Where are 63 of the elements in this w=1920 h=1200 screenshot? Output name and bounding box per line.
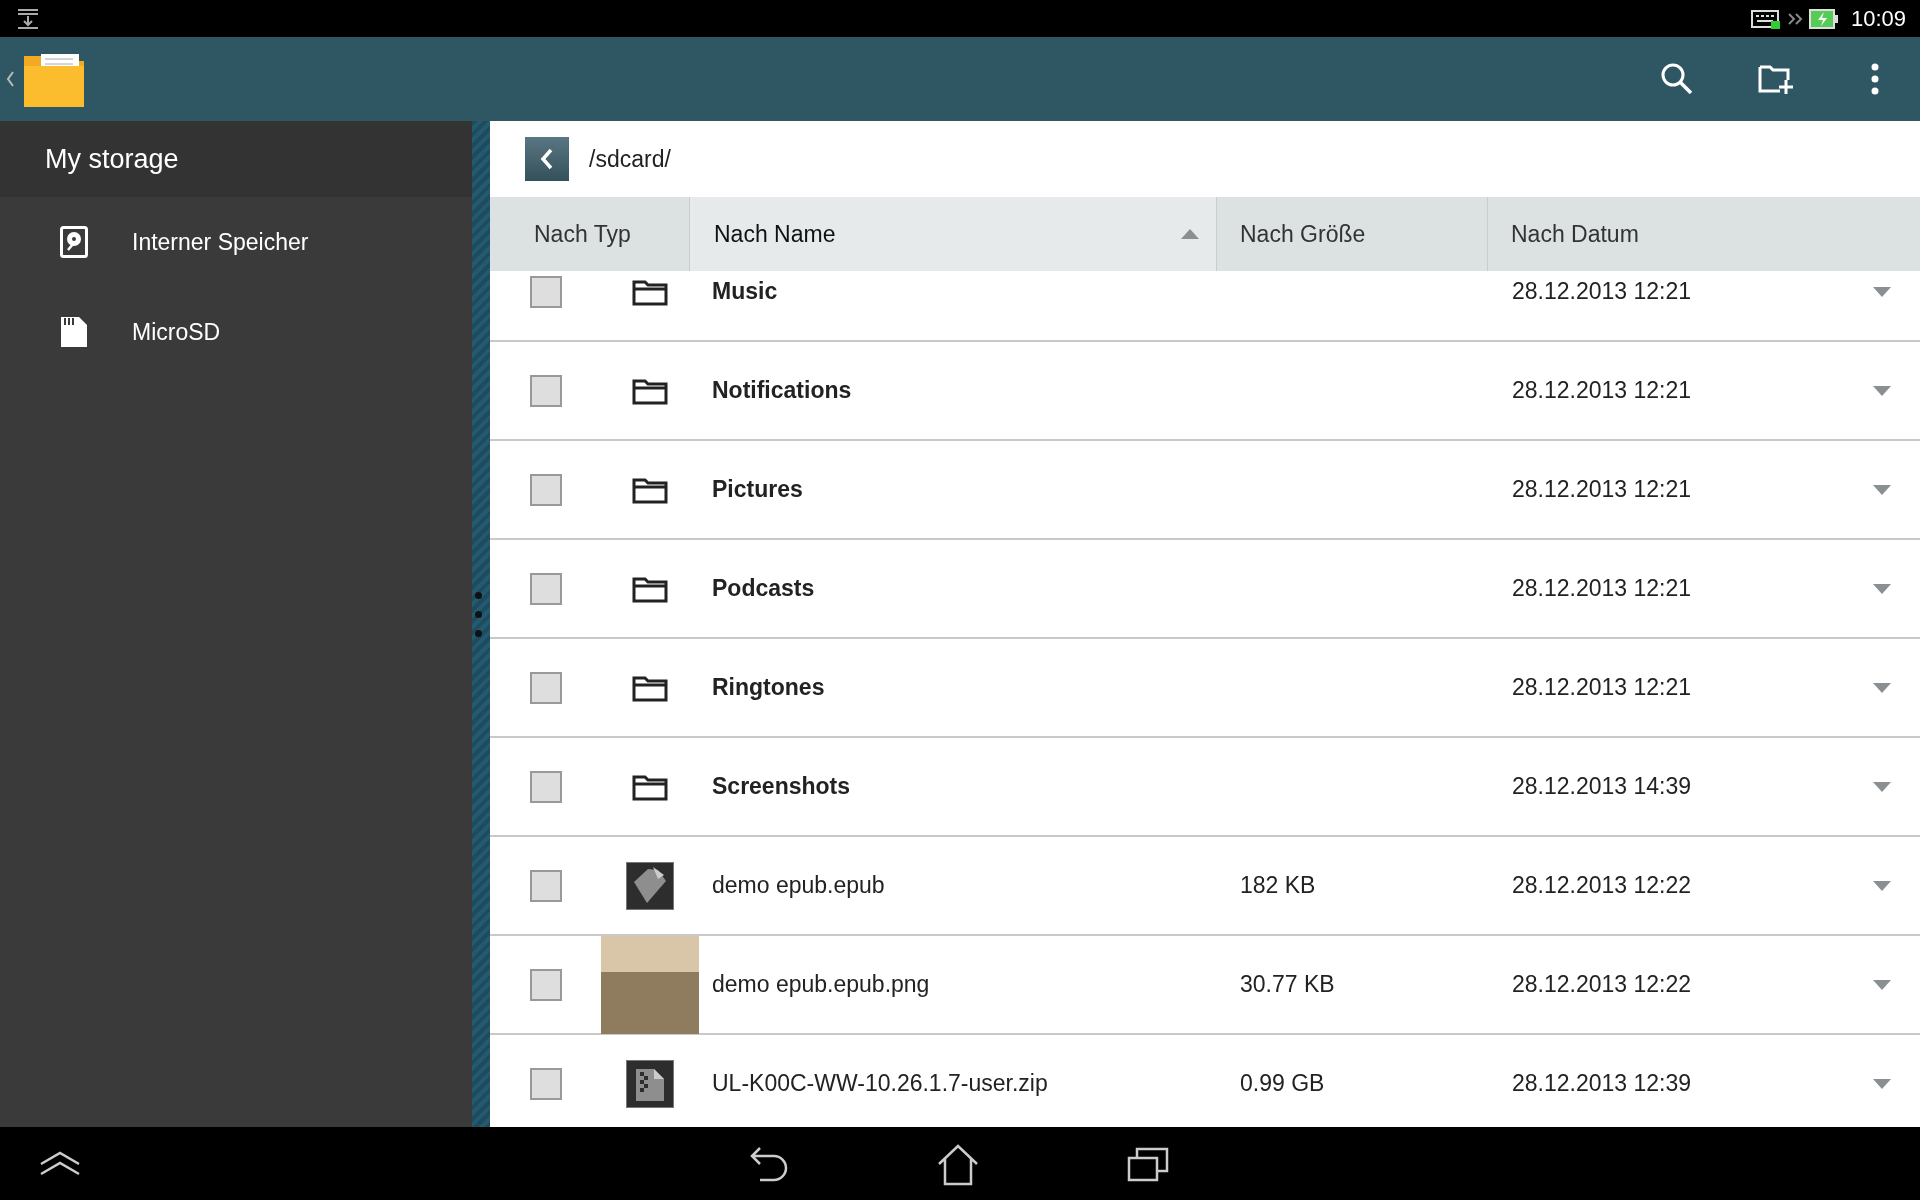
overflow-menu-icon[interactable] bbox=[1870, 63, 1880, 95]
sort-column-header[interactable]: Nach Name bbox=[690, 197, 1217, 271]
file-date: 28.12.2013 12:21 bbox=[1512, 377, 1693, 404]
file-size: 0.99 GB bbox=[1240, 1070, 1325, 1096]
file-date: 28.12.2013 12:22 bbox=[1512, 971, 1693, 998]
dropdown-caret-icon[interactable] bbox=[1872, 483, 1892, 496]
clock-time: 10:09 bbox=[1850, 5, 1906, 32]
file-icon bbox=[626, 861, 674, 910]
dropdown-caret-icon[interactable] bbox=[1872, 879, 1892, 892]
file-name: UL-K00C-WW-10.26.1.7-user.zip bbox=[711, 1070, 1049, 1097]
file-date: 28.12.2013 12:22 bbox=[1512, 872, 1693, 899]
dropdown-caret-icon[interactable] bbox=[1872, 285, 1892, 298]
sidebar-title: My storage bbox=[0, 121, 472, 197]
sidebar-item[interactable]: MicroSD bbox=[0, 287, 472, 377]
chevrons-icon bbox=[1786, 11, 1803, 26]
dropdown-caret-icon[interactable] bbox=[1872, 681, 1892, 694]
file-name: demo epub.epub.png bbox=[711, 971, 931, 998]
row-checkbox[interactable] bbox=[530, 473, 562, 506]
file-name: demo epub.epub bbox=[711, 872, 886, 899]
row-checkbox[interactable] bbox=[530, 275, 562, 308]
file-date: 28.12.2013 12:21 bbox=[1512, 278, 1693, 305]
row-checkbox[interactable] bbox=[530, 1067, 562, 1100]
row-checkbox[interactable] bbox=[530, 968, 562, 1001]
file-date: 28.12.2013 14:39 bbox=[1512, 773, 1693, 800]
sort-column-header[interactable]: Nach Datum bbox=[1488, 197, 1920, 271]
row-checkbox[interactable] bbox=[530, 572, 562, 605]
sort-column-header[interactable]: Nach Größe bbox=[1217, 197, 1488, 271]
file-date: 28.12.2013 12:21 bbox=[1512, 575, 1693, 602]
search-icon[interactable] bbox=[1660, 62, 1694, 96]
sort-ascending-icon bbox=[1180, 228, 1200, 240]
current-path: /sdcard/ bbox=[589, 145, 671, 173]
file-name: Podcasts bbox=[711, 575, 816, 602]
download-notification-icon bbox=[16, 7, 40, 30]
row-checkbox[interactable] bbox=[530, 374, 562, 407]
file-date: 28.12.2013 12:21 bbox=[1512, 476, 1693, 503]
file-name: Screenshots bbox=[711, 773, 852, 800]
up-button[interactable] bbox=[525, 137, 569, 181]
dropdown-caret-icon[interactable] bbox=[1872, 978, 1892, 991]
new-folder-icon[interactable] bbox=[1758, 63, 1794, 95]
file-name: Pictures bbox=[711, 476, 804, 503]
file-date: 28.12.2013 12:21 bbox=[1512, 674, 1693, 701]
file-name: Ringtones bbox=[711, 674, 826, 701]
dropdown-caret-icon[interactable] bbox=[1872, 384, 1892, 397]
file-name: Notifications bbox=[711, 377, 853, 404]
keyboard-icon bbox=[1750, 7, 1781, 30]
sidebar-item[interactable]: Interner Speicher bbox=[0, 197, 472, 287]
row-checkbox[interactable] bbox=[530, 671, 562, 704]
dropdown-caret-icon[interactable] bbox=[1872, 1077, 1892, 1090]
zip-file-icon bbox=[626, 1059, 674, 1108]
row-checkbox[interactable] bbox=[530, 770, 562, 803]
dropdown-caret-icon[interactable] bbox=[1872, 582, 1892, 595]
chevron-up-icon[interactable] bbox=[38, 1149, 82, 1178]
resize-handle[interactable] bbox=[472, 121, 490, 1127]
battery-icon bbox=[1808, 7, 1839, 30]
row-checkbox[interactable] bbox=[530, 869, 562, 902]
file-size: 182 KB bbox=[1240, 872, 1316, 898]
sd-card-icon bbox=[60, 316, 88, 348]
dropdown-caret-icon[interactable] bbox=[1872, 780, 1892, 793]
file-name: Music bbox=[711, 278, 779, 305]
file-date: 28.12.2013 12:39 bbox=[1512, 1070, 1693, 1097]
file-size: 30.77 KB bbox=[1240, 971, 1335, 997]
chevron-left-icon bbox=[539, 147, 555, 171]
back-chevron-icon[interactable] bbox=[5, 69, 15, 89]
